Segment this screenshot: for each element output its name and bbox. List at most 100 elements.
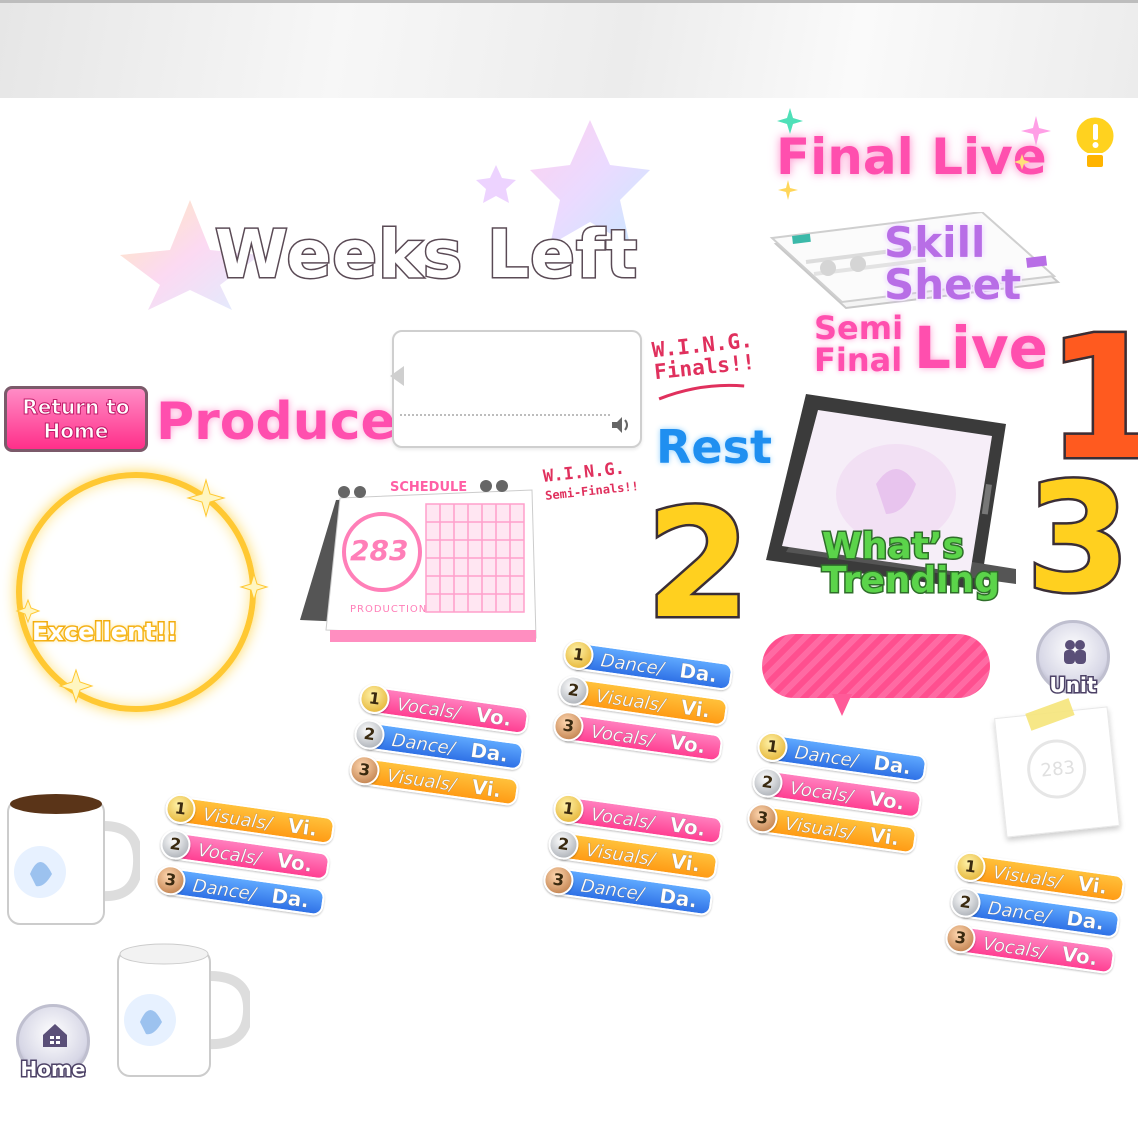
stat-ranking-row: Visuals/Vi. 1 bbox=[953, 848, 1126, 904]
stat-ranking-group: Visuals/Vi. 1 Vocals/Vo. 2 Dance/Da. 3 bbox=[153, 790, 336, 917]
stat-abbr: Vi. bbox=[1076, 871, 1109, 900]
stat-abbr: Vo. bbox=[668, 812, 708, 842]
stat-abbr: Vi. bbox=[286, 813, 319, 842]
stat-ranking-group: Dance/Da. 1 Vocals/Vo. 2 Visuals/Vi. 3 bbox=[745, 728, 928, 855]
house-icon bbox=[43, 1024, 67, 1047]
stat-abbr: Da. bbox=[658, 883, 699, 913]
produce-title: Produce bbox=[155, 391, 398, 454]
coffee-mug-icon bbox=[7, 794, 140, 925]
whats-trending-title: What’s Trending bbox=[821, 526, 1002, 601]
stat-name: Vocals/ bbox=[981, 933, 1048, 964]
stat-name: Vocals/ bbox=[589, 721, 656, 752]
stat-name: Dance/ bbox=[390, 729, 457, 760]
stat-ranking-row: Visuals/Vi. 2 bbox=[556, 672, 729, 727]
stat-ranking-row: Vocals/Vo. 1 bbox=[551, 790, 724, 846]
stat-name: Visuals/ bbox=[584, 839, 657, 871]
stat-name: Dance/ bbox=[599, 650, 666, 680]
stat-abbr: Vo. bbox=[474, 702, 514, 732]
stat-name: Visuals/ bbox=[594, 685, 667, 717]
stat-abbr: Da. bbox=[1065, 905, 1106, 936]
production-label: PRODUCTION bbox=[350, 604, 428, 615]
stat-ranking-group: Vocals/Vo. 1 Dance/Da. 2 Visuals/Vi. 3 bbox=[347, 680, 530, 807]
stat-abbr: Vi. bbox=[868, 822, 901, 851]
sheet-label: Sheet bbox=[882, 260, 1022, 309]
stat-name: Visuals/ bbox=[201, 804, 274, 835]
final-label: Final bbox=[813, 341, 903, 379]
semi-final-live-label: Live bbox=[913, 313, 1050, 384]
stat-ranking-row: Visuals/Vi. 2 bbox=[546, 826, 719, 881]
semi-final-label: Semi Final bbox=[813, 309, 904, 379]
number-three: 3 bbox=[1023, 450, 1132, 629]
stat-ranking-row: Vocals/Vo. 1 bbox=[357, 680, 530, 736]
stat-ranking-row: Dance/Da. 2 bbox=[948, 884, 1121, 939]
stat-ranking-row: Visuals/Vi. 1 bbox=[163, 790, 336, 846]
speech-bubble bbox=[390, 330, 642, 448]
speaker-icon[interactable] bbox=[610, 415, 632, 440]
stat-name: Dance/ bbox=[579, 875, 646, 906]
stat-name: Vocals/ bbox=[395, 694, 462, 724]
stat-ranking-row: Vocals/Vo. 3 bbox=[551, 707, 724, 763]
stat-ranking-row: Dance/Da. 1 bbox=[755, 728, 928, 784]
stat-name: Vocals/ bbox=[196, 839, 263, 870]
stat-ranking-row: Dance/Da. 3 bbox=[541, 861, 714, 917]
stat-ranking-row: Vocals/Vo. 2 bbox=[158, 826, 331, 881]
number-two: 2 bbox=[643, 476, 752, 655]
skill-label: Skill bbox=[882, 218, 986, 267]
production-note-card: 283 bbox=[994, 706, 1120, 838]
stat-abbr: Da. bbox=[270, 883, 311, 913]
return-to-home-button[interactable]: Return to Home bbox=[4, 386, 148, 452]
rest-title: Rest bbox=[655, 419, 774, 476]
skill-sheet-title: Skill Sheet bbox=[882, 218, 1022, 309]
stat-ranking-row: Vocals/Vo. 2 bbox=[750, 764, 923, 819]
top-bar bbox=[0, 0, 1138, 98]
stat-abbr: Vo. bbox=[275, 847, 315, 877]
wing-underline bbox=[658, 383, 745, 401]
stat-ranking-group: Dance/Da. 1 Visuals/Vi. 2 Vocals/Vo. 3 bbox=[551, 636, 734, 763]
stat-ranking-row: Vocals/Vo. 3 bbox=[943, 919, 1116, 975]
stat-name: Dance/ bbox=[191, 875, 258, 906]
stat-abbr: Da. bbox=[469, 737, 510, 768]
semi-label: Semi bbox=[813, 309, 904, 347]
wing-semi-finals-text: W.I.N.G. Semi-Finals!! bbox=[542, 458, 639, 504]
bubble-divider bbox=[400, 414, 610, 416]
home-label: Home bbox=[19, 1056, 87, 1083]
svg-text:283: 283 bbox=[1040, 757, 1076, 781]
sparkle-icon bbox=[777, 108, 1051, 200]
stat-name: Visuals/ bbox=[385, 765, 458, 796]
stat-abbr: Vi. bbox=[470, 774, 503, 803]
people-icon bbox=[1064, 640, 1086, 664]
unit-button[interactable]: Unit bbox=[1036, 620, 1110, 699]
schedule-label: SCHEDULE bbox=[390, 480, 468, 495]
trending-label: Trending bbox=[821, 560, 1002, 601]
wing-finals-text: W.I.N.G. Finals!! bbox=[651, 328, 759, 405]
stat-abbr: Vi. bbox=[679, 694, 712, 723]
whats-label: What’s bbox=[821, 526, 966, 567]
stat-ranking-row: Visuals/Vi. 3 bbox=[347, 751, 520, 807]
unit-label: Unit bbox=[1048, 672, 1098, 699]
stat-ranking-row: Dance/Da. 3 bbox=[153, 861, 326, 917]
stat-name: Vocals/ bbox=[788, 777, 855, 808]
stat-abbr: Vi. bbox=[669, 848, 702, 877]
lightbulb-icon bbox=[1072, 110, 1118, 191]
calendar-number: 283 bbox=[350, 534, 409, 567]
stat-ranking-group: Visuals/Vi. 1 Dance/Da. 2 Vocals/Vo. 3 bbox=[943, 848, 1126, 975]
stat-abbr: Vo. bbox=[1060, 941, 1100, 971]
stat-abbr: Vo. bbox=[867, 785, 907, 815]
schedule-calendar: SCHEDULE 283 PRODUCTION bbox=[300, 470, 538, 650]
stat-abbr: Da. bbox=[678, 658, 719, 688]
stat-ranking-group: Vocals/Vo. 1 Visuals/Vi. 2 Dance/Da. 3 bbox=[541, 790, 724, 917]
stat-name: Dance/ bbox=[793, 742, 860, 772]
home-button[interactable]: Home bbox=[16, 1004, 90, 1083]
pink-speech-bubble bbox=[762, 634, 990, 716]
weeks-left-title: Weeks Left bbox=[213, 215, 639, 295]
stat-name: Visuals/ bbox=[991, 862, 1064, 893]
excellent-label: Excellent!! bbox=[31, 617, 180, 648]
stat-abbr: Da. bbox=[872, 750, 913, 780]
stat-ranking-row: Dance/Da. 1 bbox=[561, 636, 734, 692]
stat-name: Vocals/ bbox=[589, 804, 656, 834]
stat-abbr: Vo. bbox=[668, 729, 708, 759]
stat-name: Visuals/ bbox=[783, 813, 856, 844]
sparkle-icon bbox=[15, 478, 269, 704]
mug-icon bbox=[117, 943, 250, 1077]
stat-ranking-row: Visuals/Vi. 3 bbox=[745, 799, 918, 855]
